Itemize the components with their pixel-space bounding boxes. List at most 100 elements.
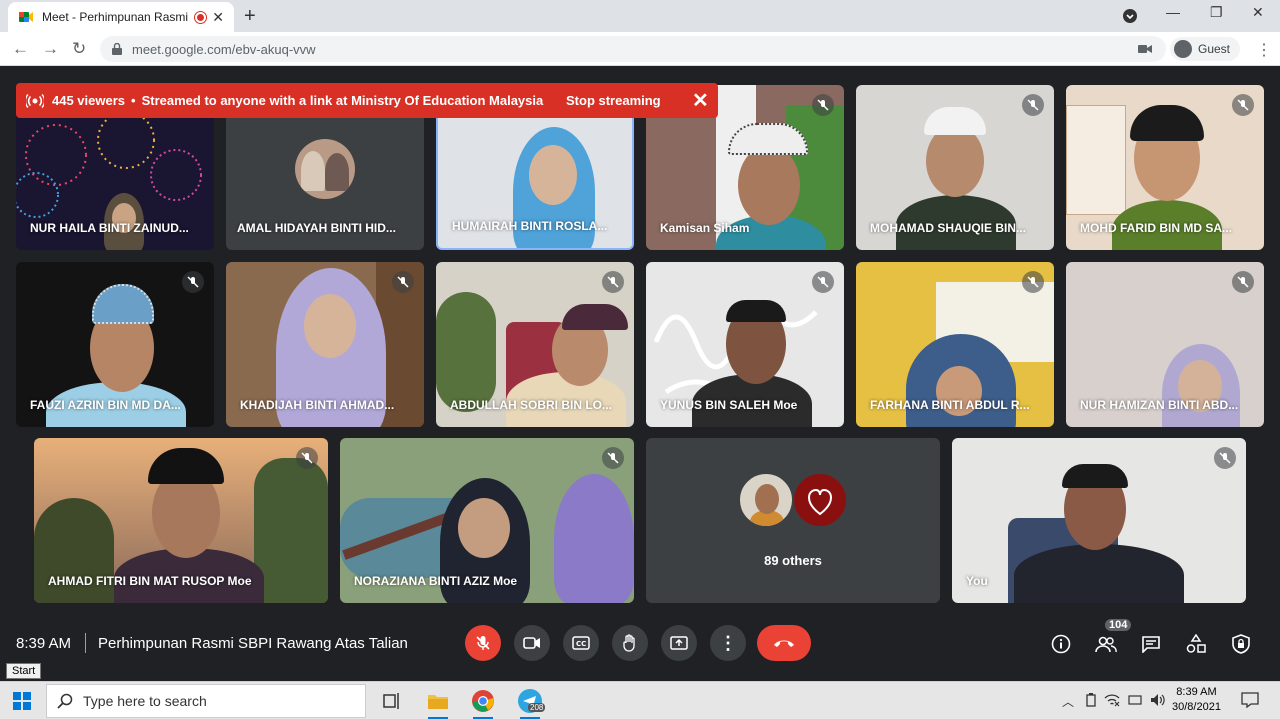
raise-hand-button[interactable] xyxy=(612,625,648,661)
chat-button[interactable] xyxy=(1140,633,1162,655)
microphone-toggle-button[interactable] xyxy=(465,625,501,661)
leave-call-button[interactable] xyxy=(757,625,811,661)
shield-lock-icon xyxy=(1232,634,1250,654)
self-tile[interactable]: You xyxy=(952,438,1246,603)
keyboard-language-icon[interactable] xyxy=(1128,693,1142,707)
maximize-window-icon[interactable]: ❐ xyxy=(1210,4,1223,21)
participant-tile[interactable]: YUNUS BIN SALEH Moe xyxy=(646,262,844,427)
captions-button[interactable]: CC xyxy=(563,625,599,661)
camera-toggle-button[interactable] xyxy=(514,625,550,661)
participant-tile[interactable]: ABDULLAH SOBRI BIN LO... xyxy=(436,262,634,427)
participant-tile[interactable]: NORAZIANA BINTI AZIZ Moe xyxy=(340,438,634,603)
tab-search-icon[interactable] xyxy=(1122,8,1138,24)
hand-icon xyxy=(623,634,635,652)
people-count-badge: 104 xyxy=(1105,619,1132,631)
activities-button[interactable] xyxy=(1185,633,1207,655)
show-hidden-icons-icon[interactable]: ︿ xyxy=(1062,693,1074,710)
camera-in-use-icon[interactable] xyxy=(1138,44,1152,54)
lock-icon xyxy=(112,43,122,55)
browser-tab-meet[interactable]: Meet - Perhimpunan Rasmi S ✕ xyxy=(8,2,234,32)
live-stream-icon xyxy=(26,93,44,108)
participant-tile[interactable]: AHMAD FITRI BIN MAT RUSOP Moe xyxy=(34,438,328,603)
info-icon xyxy=(1051,634,1071,654)
new-tab-button[interactable]: + xyxy=(244,5,256,28)
stop-streaming-button[interactable]: Stop streaming xyxy=(566,93,661,108)
people-button[interactable] xyxy=(1095,633,1117,655)
activities-shapes-icon xyxy=(1186,634,1206,653)
participant-name: MOHD FARID BIN MD SA... xyxy=(1080,221,1232,235)
participant-name: FARHANA BINTI ABDUL R... xyxy=(870,398,1030,412)
network-icon[interactable] xyxy=(1104,693,1120,707)
back-arrow-icon[interactable]: ← xyxy=(12,39,29,59)
meeting-title: Perhimpunan Rasmi SBPI Rawang Atas Talia… xyxy=(98,635,408,652)
volume-icon[interactable] xyxy=(1150,693,1166,707)
participant-avatar xyxy=(295,139,355,199)
streaming-banner: 445 viewers • Streamed to anyone with a … xyxy=(16,83,718,118)
battery-icon[interactable] xyxy=(1085,693,1097,707)
others-tile[interactable]: 89 others xyxy=(646,438,940,603)
taskbar-search-box[interactable]: Type here to search xyxy=(46,684,366,718)
participant-name: Kamisan Siham xyxy=(660,221,750,235)
profile-label: Guest xyxy=(1198,42,1231,56)
muted-mic-icon xyxy=(602,271,624,293)
chrome-icon[interactable] xyxy=(471,689,495,713)
video-camera-icon xyxy=(523,637,540,649)
participant-name: KHADIJAH BINTI AHMAD... xyxy=(240,398,395,412)
profile-button[interactable]: Guest xyxy=(1170,37,1241,61)
participant-name: ABDULLAH SOBRI BIN LO... xyxy=(450,398,612,412)
browser-tab-bar: Meet - Perhimpunan Rasmi S ✕ + — ❐ ✕ xyxy=(0,0,1280,32)
participant-name: FAUZI AZRIN BIN MD DA... xyxy=(30,398,181,412)
omnibox[interactable]: meet.google.com/ebv-akuq-vvw xyxy=(100,36,1166,62)
banner-bullet: • xyxy=(131,93,136,108)
participant-tile[interactable]: FAUZI AZRIN BIN MD DA... xyxy=(16,262,214,427)
start-tooltip: Start xyxy=(6,663,42,679)
close-window-icon[interactable]: ✕ xyxy=(1252,4,1264,21)
minimize-window-icon[interactable]: — xyxy=(1166,4,1180,20)
telegram-unread-badge: 208 xyxy=(528,703,546,712)
others-avatar xyxy=(738,472,794,528)
recording-indicator-icon xyxy=(195,11,207,23)
taskbar-clock[interactable]: 8:39 AM 30/8/2021 xyxy=(1172,685,1221,715)
close-banner-icon[interactable]: ✕ xyxy=(692,88,709,113)
participant-tile[interactable]: MOHD FARID BIN MD SA... xyxy=(1066,85,1264,250)
task-view-icon[interactable] xyxy=(380,689,404,713)
svg-text:CC: CC xyxy=(576,640,586,648)
present-screen-button[interactable] xyxy=(661,625,697,661)
participant-tile[interactable]: MOHAMAD SHAUQIE BIN... xyxy=(856,85,1054,250)
meeting-time: 8:39 AM xyxy=(16,635,72,652)
participant-name: AMAL HIDAYAH BINTI HID... xyxy=(237,221,396,235)
forward-arrow-icon[interactable]: → xyxy=(42,39,59,59)
taskbar-time: 8:39 AM xyxy=(1176,686,1217,698)
file-explorer-icon[interactable] xyxy=(426,689,450,713)
meet-stage: 445 viewers • Streamed to anyone with a … xyxy=(0,67,1280,681)
muted-mic-icon xyxy=(1214,447,1236,469)
telegram-icon[interactable]: 208 xyxy=(518,689,546,713)
browser-menu-icon[interactable]: ⋮ xyxy=(1256,40,1272,60)
notifications-icon[interactable] xyxy=(1241,692,1259,708)
participant-tile[interactable]: FARHANA BINTI ABDUL R... xyxy=(856,262,1054,427)
more-options-button[interactable]: ⋮ xyxy=(710,625,746,661)
muted-mic-icon xyxy=(1232,94,1254,116)
streaming-message: Streamed to anyone with a link at Minist… xyxy=(141,93,544,108)
search-placeholder: Type here to search xyxy=(83,693,207,709)
participant-tile[interactable]: KHADIJAH BINTI AHMAD... xyxy=(226,262,424,427)
host-controls-button[interactable] xyxy=(1230,633,1252,655)
muted-mic-icon xyxy=(1022,271,1044,293)
tab-title: Meet - Perhimpunan Rasmi S xyxy=(42,10,190,24)
muted-mic-icon xyxy=(296,447,318,469)
participant-name: YUNUS BIN SALEH Moe xyxy=(660,398,798,412)
muted-mic-icon xyxy=(602,447,624,469)
windows-start-icon[interactable] xyxy=(13,692,31,710)
participant-tile[interactable]: NUR HAMIZAN BINTI ABD... xyxy=(1066,262,1264,427)
meet-control-bar: 8:39 AM Perhimpunan Rasmi SBPI Rawang At… xyxy=(0,615,1280,675)
taskbar-date: 30/8/2021 xyxy=(1172,701,1221,713)
chat-icon xyxy=(1142,636,1160,653)
reload-icon[interactable]: ↻ xyxy=(72,39,86,59)
participant-name: MOHAMAD SHAUQIE BIN... xyxy=(870,221,1026,235)
participant-name: NORAZIANA BINTI AZIZ Moe xyxy=(354,574,518,588)
present-screen-icon xyxy=(670,636,688,650)
others-avatar xyxy=(792,472,848,528)
tab-close-icon[interactable]: ✕ xyxy=(212,9,224,26)
meet-favicon-icon xyxy=(19,12,33,22)
meeting-details-button[interactable] xyxy=(1050,633,1072,655)
